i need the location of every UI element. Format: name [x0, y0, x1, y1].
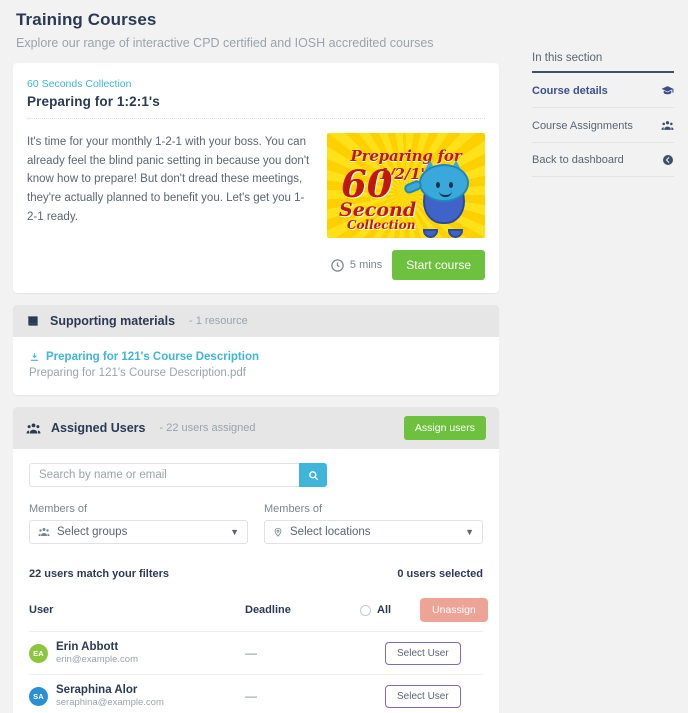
filter-summary: 22 users match your filters 0 users sele…: [29, 568, 483, 580]
main-column: Training Courses Explore our range of in…: [0, 0, 512, 713]
page-root: Training Courses Explore our range of in…: [0, 0, 688, 713]
graduation-cap-icon: [661, 84, 674, 97]
search-icon: [308, 470, 318, 480]
course-thumbnail: Preparing for 1/2/1's 60 Second Collecti…: [327, 133, 485, 238]
course-description: It's time for your monthly 1-2-1 with yo…: [27, 136, 310, 223]
selected-count-label: 0 users selected: [397, 568, 483, 580]
sidebar-item-label: Course Assignments: [532, 119, 633, 132]
user-name: Erin Abbott: [56, 641, 119, 653]
course-title: Preparing for 1:2:1's: [27, 94, 160, 109]
locations-select[interactable]: Select locations ▼: [264, 520, 483, 544]
groups-select-value: Select groups: [57, 526, 128, 538]
resource-download-link[interactable]: Preparing for 121's Course Description: [29, 351, 483, 363]
table-row: SA Seraphina Alor seraphina@example.com …: [29, 674, 483, 713]
user-filters: Members of Select groups ▼ Members of Se…: [29, 503, 483, 544]
search-button[interactable]: [299, 463, 327, 487]
select-user-button[interactable]: Select User: [385, 641, 461, 665]
supporting-materials-header: Supporting materials - 1 resource: [13, 305, 499, 337]
resource-item: Preparing for 121's Course Description P…: [13, 337, 499, 395]
page-header: Training Courses Explore our range of in…: [0, 0, 512, 56]
supporting-materials-title: Supporting materials: [50, 314, 176, 328]
thumbnail-collection-word: Collection: [347, 218, 416, 232]
supporting-materials-card: Supporting materials - 1 resource Prepar…: [13, 305, 499, 395]
select-all-label: All: [377, 604, 392, 616]
page-subtitle: Explore our range of interactive CPD cer…: [16, 36, 434, 50]
assign-users-button[interactable]: Assign users: [403, 416, 486, 440]
select-all-checkbox[interactable]: [360, 604, 371, 616]
course-duration-label: 5 mins: [349, 259, 383, 271]
unassign-button[interactable]: Unassign: [420, 598, 488, 622]
users-table-body: EA Erin Abbott erin@example.com — Select…: [29, 631, 483, 713]
column-header-deadline: Deadline: [245, 604, 291, 616]
user-deadline: —: [245, 646, 257, 660]
users-table-header: User Deadline All Unassign: [29, 598, 488, 631]
user-email: erin@example.com: [56, 654, 138, 665]
supporting-materials-count: - 1 resource: [189, 315, 248, 327]
user-search-row: [29, 463, 483, 487]
collection-link[interactable]: 60 Seconds Collection: [27, 78, 131, 90]
user-cell: SA Seraphina Alor seraphina@example.com: [29, 684, 245, 708]
course-card: 60 Seconds Collection Preparing for 1:2:…: [13, 63, 499, 293]
page-title: Training Courses: [16, 10, 157, 29]
search-input[interactable]: [29, 463, 299, 487]
start-course-button[interactable]: Start course: [392, 250, 485, 280]
groups-select[interactable]: Select groups ▼: [29, 520, 248, 544]
user-name: Seraphina Alor: [56, 684, 138, 696]
user-email: seraphina@example.com: [56, 697, 164, 708]
avatar: SA: [29, 686, 48, 706]
resource-name: Preparing for 121's Course Description: [46, 351, 259, 363]
chevron-down-icon: ▼: [465, 527, 474, 537]
sidebar-item-label: Course details: [532, 84, 608, 97]
table-row: EA Erin Abbott erin@example.com — Select…: [29, 631, 483, 674]
resource-filename: Preparing for 121's Course Description.p…: [29, 367, 246, 379]
download-icon: [30, 352, 39, 361]
assigned-users-title: Assigned Users: [51, 421, 146, 435]
match-count-label: 22 users match your filters: [29, 568, 170, 580]
course-card-body: It's time for your monthly 1-2-1 with yo…: [13, 119, 499, 238]
filter-groups: Members of Select groups ▼: [29, 503, 248, 544]
assigned-users-count: - 22 users assigned: [159, 422, 256, 434]
course-card-footer: 5 mins Start course: [13, 238, 499, 293]
assigned-users-body: Members of Select groups ▼: [13, 449, 499, 713]
assigned-users-card: Assigned Users - 22 users assigned Assig…: [13, 407, 499, 713]
groups-icon: [38, 526, 50, 538]
assigned-users-header: Assigned Users - 22 users assigned Assig…: [13, 407, 499, 449]
filter-locations: Members of Select locations ▼: [264, 503, 483, 544]
in-this-section-rail: In this section Course details Course As…: [512, 0, 688, 713]
location-pin-icon: [273, 526, 283, 538]
sidebar-item-back-to-dashboard[interactable]: Back to dashboard: [532, 143, 674, 177]
filter-groups-label: Members of: [29, 503, 88, 515]
back-arrow-circle-icon: [662, 154, 674, 166]
sidebar-item-course-assignments[interactable]: Course Assignments: [532, 108, 674, 143]
user-cell: EA Erin Abbott erin@example.com: [29, 641, 245, 665]
users-icon: [661, 119, 674, 132]
thumbnail-big-number: 60: [341, 162, 393, 206]
clock-icon: [331, 258, 344, 272]
select-user-button[interactable]: Select User: [385, 684, 461, 708]
avatar: EA: [29, 643, 48, 663]
user-deadline: —: [245, 689, 257, 703]
course-card-header: 60 Seconds Collection Preparing for 1:2:…: [13, 63, 499, 119]
chevron-down-icon: ▼: [230, 527, 239, 537]
sidebar-item-course-details[interactable]: Course details: [532, 73, 674, 108]
course-duration: 5 mins: [330, 258, 382, 273]
rail-title: In this section: [532, 52, 674, 73]
filter-locations-label: Members of: [264, 503, 323, 515]
users-icon: [26, 421, 41, 436]
sidebar-item-label: Back to dashboard: [532, 154, 624, 166]
column-header-user: User: [29, 604, 54, 616]
monster-mascot-icon: [402, 160, 471, 238]
select-all-cell: All: [360, 604, 420, 616]
locations-select-value: Select locations: [290, 526, 371, 538]
book-icon: [26, 314, 40, 328]
